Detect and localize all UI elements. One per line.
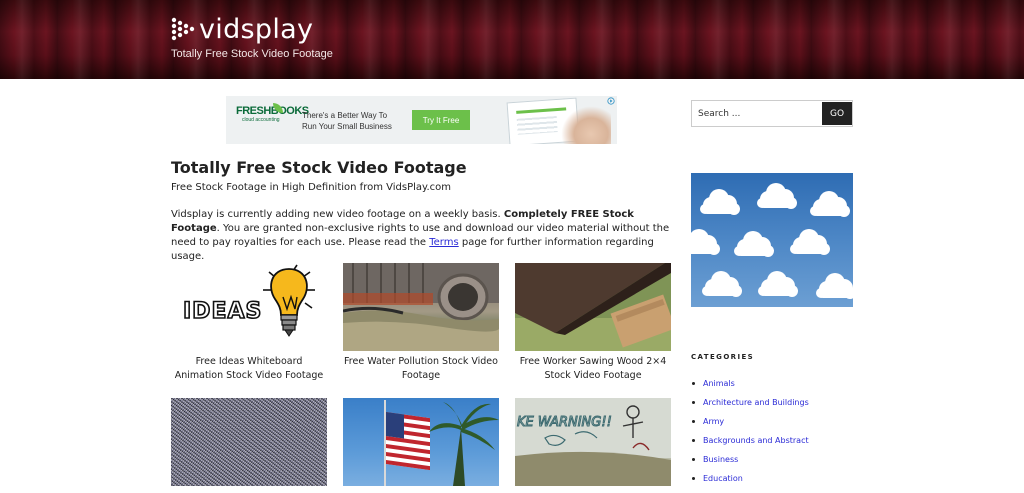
clouds-pattern (691, 183, 853, 299)
sawing-wood-image (515, 263, 671, 351)
clouds-image[interactable] (691, 173, 853, 307)
video-card[interactable]: IDEAS Free Ideas Whiteboard Animation St… (171, 263, 327, 383)
search-go-button[interactable]: GO (822, 102, 852, 125)
search-input[interactable] (692, 101, 821, 126)
video-thumbnail[interactable] (171, 398, 327, 486)
page-subtitle: Free Stock Footage in High Definition fr… (171, 182, 452, 193)
ad-copy-line1: There's a Better Way To (302, 111, 388, 120)
tv-static-image (171, 398, 327, 486)
bullet-icon (692, 477, 695, 480)
category-item: Architecture and Buildings (691, 393, 809, 412)
video-thumbnail[interactable] (343, 398, 499, 486)
bullet-icon (692, 382, 695, 385)
graffiti-thumb-text: KE WARNING!! (517, 415, 612, 430)
intro-text-1: Vidsplay is currently adding new video f… (171, 209, 501, 220)
ad-cta-button[interactable]: Try It Free (412, 110, 470, 130)
category-link[interactable]: Backgrounds and Abstract (703, 433, 809, 449)
adchoices-icon[interactable] (607, 97, 615, 105)
video-caption[interactable]: Free Worker Sawing Wood 2×4 Stock Video … (515, 355, 671, 383)
ideas-thumb-text: IDEAS (183, 299, 262, 324)
category-item: Education (691, 469, 809, 488)
bullet-icon (692, 439, 695, 442)
site-header: vidsplay Totally Free Stock Video Footag… (0, 0, 1024, 79)
video-card[interactable] (343, 398, 499, 490)
category-item: Backgrounds and Abstract (691, 431, 809, 450)
category-link[interactable]: Animals (703, 376, 735, 392)
site-logo[interactable]: vidsplay (171, 14, 313, 46)
video-card[interactable]: Free Water Pollution Stock Video Footage (343, 263, 499, 383)
ideas-lightbulb-image: IDEAS (182, 264, 315, 337)
video-card[interactable] (171, 398, 327, 490)
bullet-icon (692, 401, 695, 404)
search-form: GO (691, 100, 853, 127)
intro-paragraph: Vidsplay is currently adding new video f… (171, 208, 671, 264)
bullet-icon (692, 458, 695, 461)
category-link[interactable]: Education (703, 471, 743, 487)
video-thumbnail[interactable]: IDEAS (171, 263, 327, 351)
video-thumbnail[interactable] (515, 263, 671, 351)
ad-copy: There's a Better Way To Run Your Small B… (302, 110, 392, 132)
graffiti-wall-image: KE WARNING!! (515, 398, 671, 486)
ad-brand-sub: cloud accounting (242, 117, 280, 123)
category-link[interactable]: Army (703, 414, 724, 430)
video-thumbnail[interactable] (343, 263, 499, 351)
bullet-icon (692, 420, 695, 423)
ad-banner[interactable]: FRESHBOOKS cloud accounting There's a Be… (226, 96, 617, 144)
site-tagline: Totally Free Stock Video Footage (171, 48, 333, 60)
categories-heading: CATEGORIES (691, 353, 755, 361)
terms-link[interactable]: Terms (429, 237, 458, 248)
play-dots-icon (171, 17, 195, 41)
categories-list: Animals Architecture and Buildings Army … (691, 374, 809, 488)
video-caption[interactable]: Free Ideas Whiteboard Animation Stock Vi… (171, 355, 327, 383)
ad-hand-image (561, 106, 611, 144)
video-thumbnail[interactable]: KE WARNING!! (515, 398, 671, 486)
video-card[interactable]: KE WARNING!! (515, 398, 671, 490)
category-item: Business (691, 450, 809, 469)
ad-copy-line2: Run Your Small Business (302, 122, 392, 131)
category-item: Animals (691, 374, 809, 393)
water-pollution-image (343, 263, 499, 351)
category-link[interactable]: Business (703, 452, 738, 468)
category-item: Army (691, 412, 809, 431)
page-title: Totally Free Stock Video Footage (171, 158, 467, 177)
video-card[interactable]: Free Worker Sawing Wood 2×4 Stock Video … (515, 263, 671, 383)
site-name[interactable]: vidsplay (199, 14, 313, 46)
american-flag-image (384, 400, 499, 486)
video-caption[interactable]: Free Water Pollution Stock Video Footage (343, 355, 499, 383)
category-link[interactable]: Architecture and Buildings (703, 395, 809, 411)
